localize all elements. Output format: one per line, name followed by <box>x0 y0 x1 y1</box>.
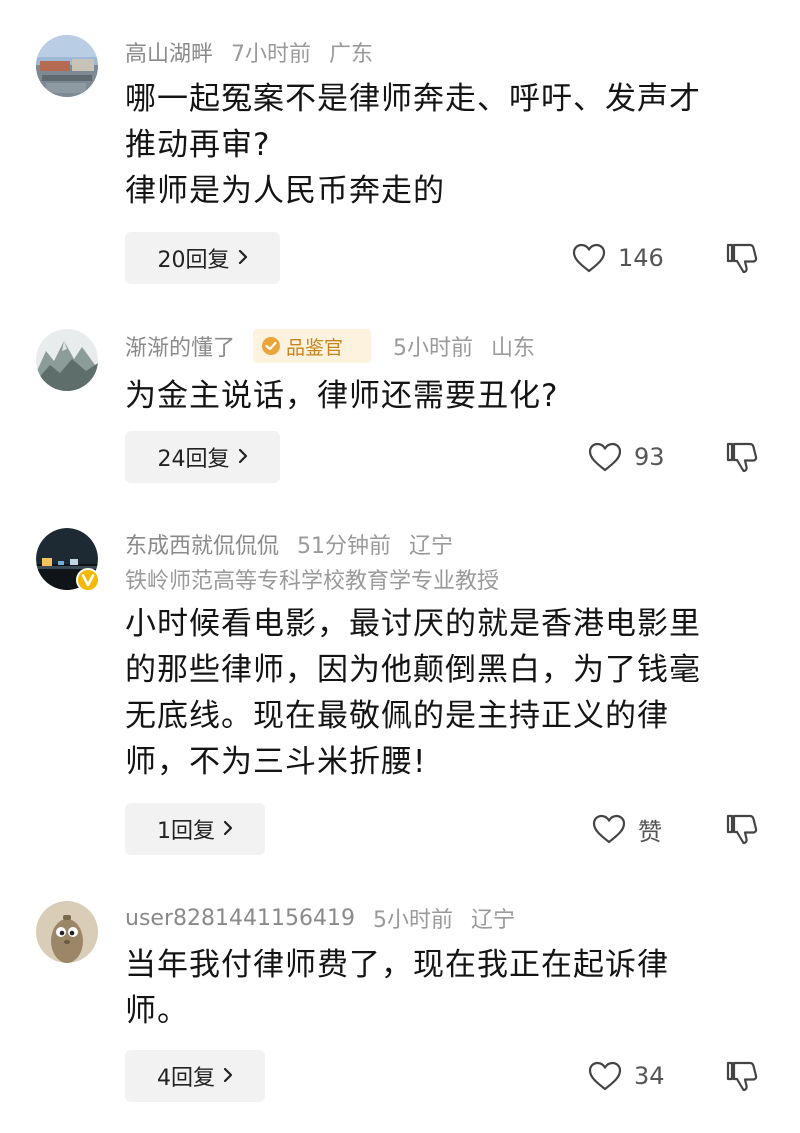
username[interactable]: 东成西就侃侃侃 <box>125 528 279 560</box>
comment-text: 小时候看电影，最讨厌的就是香港电影里 的那些律师，因为他颠倒黑白，为了钱毫 无底… <box>125 601 775 785</box>
comment-text: 哪一起冤案不是律师奔走、呼吁、发声才 推动再审? 律师是为人民币奔走的 <box>125 76 775 214</box>
replies-count: 4回复 <box>157 1066 215 1091</box>
replies-button[interactable]: 20回复 <box>125 232 280 284</box>
replies-button[interactable]: 24回复 <box>125 431 280 483</box>
username[interactable]: user8281441156419 <box>125 906 355 931</box>
replies-button[interactable]: 4回复 <box>125 1050 265 1102</box>
thumbs-down-icon <box>726 243 758 274</box>
like-button[interactable]: 赞 <box>592 803 662 855</box>
thumbs-down-icon <box>726 442 758 473</box>
heart-outline-icon <box>572 243 606 273</box>
dislike-button[interactable] <box>724 811 760 847</box>
comment-meta: 渐渐的懂了 品鉴官 5小时前 山东 <box>125 329 553 363</box>
heart-outline-icon <box>588 442 622 472</box>
avatar[interactable] <box>36 528 100 592</box>
replies-count: 24回复 <box>157 447 230 472</box>
thumbs-down-icon <box>726 1061 758 1092</box>
thumbs-down-icon <box>726 814 758 845</box>
username[interactable]: 高山湖畔 <box>125 36 213 68</box>
username[interactable]: 渐渐的懂了 <box>125 330 235 362</box>
like-button[interactable]: 93 <box>588 431 665 483</box>
comment-line: 的那些律师，因为他颠倒黑白，为了钱毫 <box>125 652 701 688</box>
comment-meta: 东成西就侃侃侃 51分钟前 辽宁 <box>125 528 471 560</box>
like-button[interactable]: 146 <box>572 232 664 284</box>
like-count: 赞 <box>638 817 662 846</box>
timestamp: 7小时前 <box>231 42 312 67</box>
replies-count: 1回复 <box>157 819 215 844</box>
timestamp: 5小时前 <box>393 336 474 361</box>
comment-text: 当年我付律师费了，现在我正在起诉律 师。 <box>125 942 775 1034</box>
comment-line: 无底线。现在最敬佩的是主持正义的律 <box>125 698 669 734</box>
chevron-right-icon <box>223 817 233 842</box>
comment-line: 小时候看电影，最讨厌的就是香港电影里 <box>125 606 701 642</box>
comment-line: 为金主说话，律师还需要丑化? <box>125 378 559 414</box>
dislike-button[interactable] <box>724 1058 760 1094</box>
avatar[interactable] <box>36 329 98 391</box>
location: 辽宁 <box>409 534 454 559</box>
heart-outline-icon <box>588 1061 622 1091</box>
dislike-button[interactable] <box>724 240 760 276</box>
badge-label: 品鉴官 <box>286 336 344 359</box>
comment-line: 推动再审? <box>125 127 271 163</box>
comment-line: 哪一起冤案不是律师奔走、呼吁、发声才 <box>125 81 701 117</box>
location: 广东 <box>329 42 374 67</box>
verified-v-icon <box>76 568 100 592</box>
comment-line: 师。 <box>125 993 189 1029</box>
heart-outline-icon <box>592 814 626 844</box>
replies-count: 20回复 <box>157 248 230 273</box>
user-title: 铁岭师范高等专科学校教育学专业教授 <box>125 569 500 594</box>
badge-check-icon <box>262 337 281 355</box>
comment-line: 师，不为三斗米折腰! <box>125 744 427 780</box>
avatar[interactable] <box>36 901 98 963</box>
chevron-right-icon <box>223 1064 233 1089</box>
timestamp: 51分钟前 <box>297 534 392 559</box>
comment-meta: 高山湖畔 7小时前 广东 <box>125 36 391 68</box>
comment-line: 当年我付律师费了，现在我正在起诉律 <box>125 947 669 983</box>
avatar[interactable] <box>36 35 98 97</box>
timestamp: 5小时前 <box>372 908 453 933</box>
comment-line: 律师是为人民币奔走的 <box>125 173 445 209</box>
chevron-right-icon <box>238 445 248 470</box>
comment-text: 为金主说话，律师还需要丑化? <box>125 373 775 419</box>
like-button[interactable]: 34 <box>588 1050 665 1102</box>
like-count: 146 <box>618 244 664 272</box>
location: 山东 <box>491 336 536 361</box>
replies-button[interactable]: 1回复 <box>125 803 265 855</box>
like-count: 34 <box>634 1062 665 1090</box>
comment-meta: user8281441156419 5小时前 辽宁 <box>125 902 533 934</box>
like-count: 93 <box>634 443 665 471</box>
dislike-button[interactable] <box>724 439 760 475</box>
chevron-right-icon <box>238 246 248 271</box>
location: 辽宁 <box>470 908 515 933</box>
reviewer-badge: 品鉴官 <box>253 329 372 363</box>
